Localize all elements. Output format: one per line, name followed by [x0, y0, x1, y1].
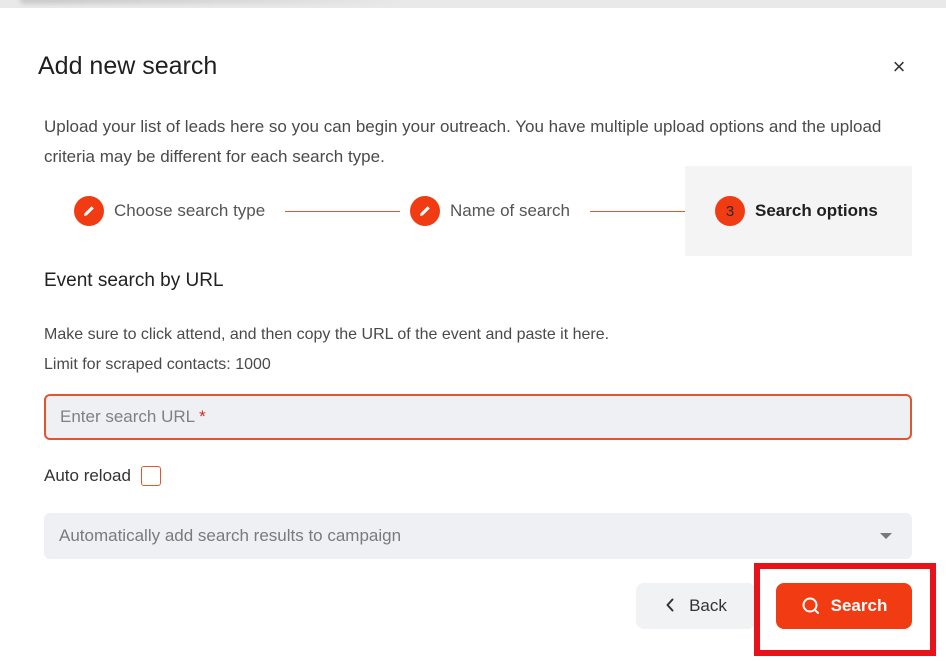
back-button[interactable]: Back: [636, 583, 756, 629]
campaign-select-placeholder: Automatically add search results to camp…: [59, 526, 402, 545]
step-label: Search options: [755, 201, 878, 220]
add-search-dialog: Add new search × Upload your list of lea…: [0, 8, 946, 661]
step-label: Choose search type: [114, 201, 266, 220]
help-text: Make sure to click attend, and then copy…: [44, 320, 609, 380]
auto-reload-label: Auto reload: [44, 466, 131, 485]
limit-line: Limit for scraped contacts: 1000: [44, 356, 271, 373]
search-url-input[interactable]: Enter search URL *: [44, 394, 912, 440]
step-label: Name of search: [450, 201, 570, 220]
blurred-background-text: [20, 0, 400, 4]
search-label: Search: [830, 596, 888, 615]
dialog-description: Upload your list of leads here so you ca…: [44, 117, 882, 166]
chevron-left-icon: [665, 596, 675, 617]
stepper: Choose search type Name of search 3 Sear…: [0, 166, 946, 256]
step-search-options[interactable]: 3 Search options: [685, 166, 912, 256]
auto-reload-checkbox[interactable]: [140, 466, 161, 486]
close-icon[interactable]: ×: [886, 54, 912, 80]
pencil-icon: [410, 196, 440, 226]
step-choose-search-type[interactable]: Choose search type: [74, 166, 265, 256]
dialog-title: Add new search: [38, 52, 218, 80]
help-line: Make sure to click attend, and then copy…: [44, 326, 610, 343]
background-page-strip: [0, 0, 946, 8]
back-label: Back: [689, 596, 727, 615]
pencil-icon: [74, 196, 104, 226]
required-mark: *: [199, 407, 206, 426]
search-icon: [802, 597, 819, 614]
campaign-select[interactable]: Automatically add search results to camp…: [44, 513, 912, 559]
url-placeholder: Enter search URL: [60, 407, 196, 426]
auto-reload-row: Auto reload: [44, 466, 161, 486]
step-connector: [285, 211, 400, 212]
section-title: Event search by URL: [44, 270, 224, 291]
step-number-badge: 3: [715, 196, 745, 226]
step-name-of-search[interactable]: Name of search: [410, 166, 570, 256]
search-button[interactable]: Search: [776, 583, 912, 629]
caret-down-icon: [880, 533, 892, 539]
